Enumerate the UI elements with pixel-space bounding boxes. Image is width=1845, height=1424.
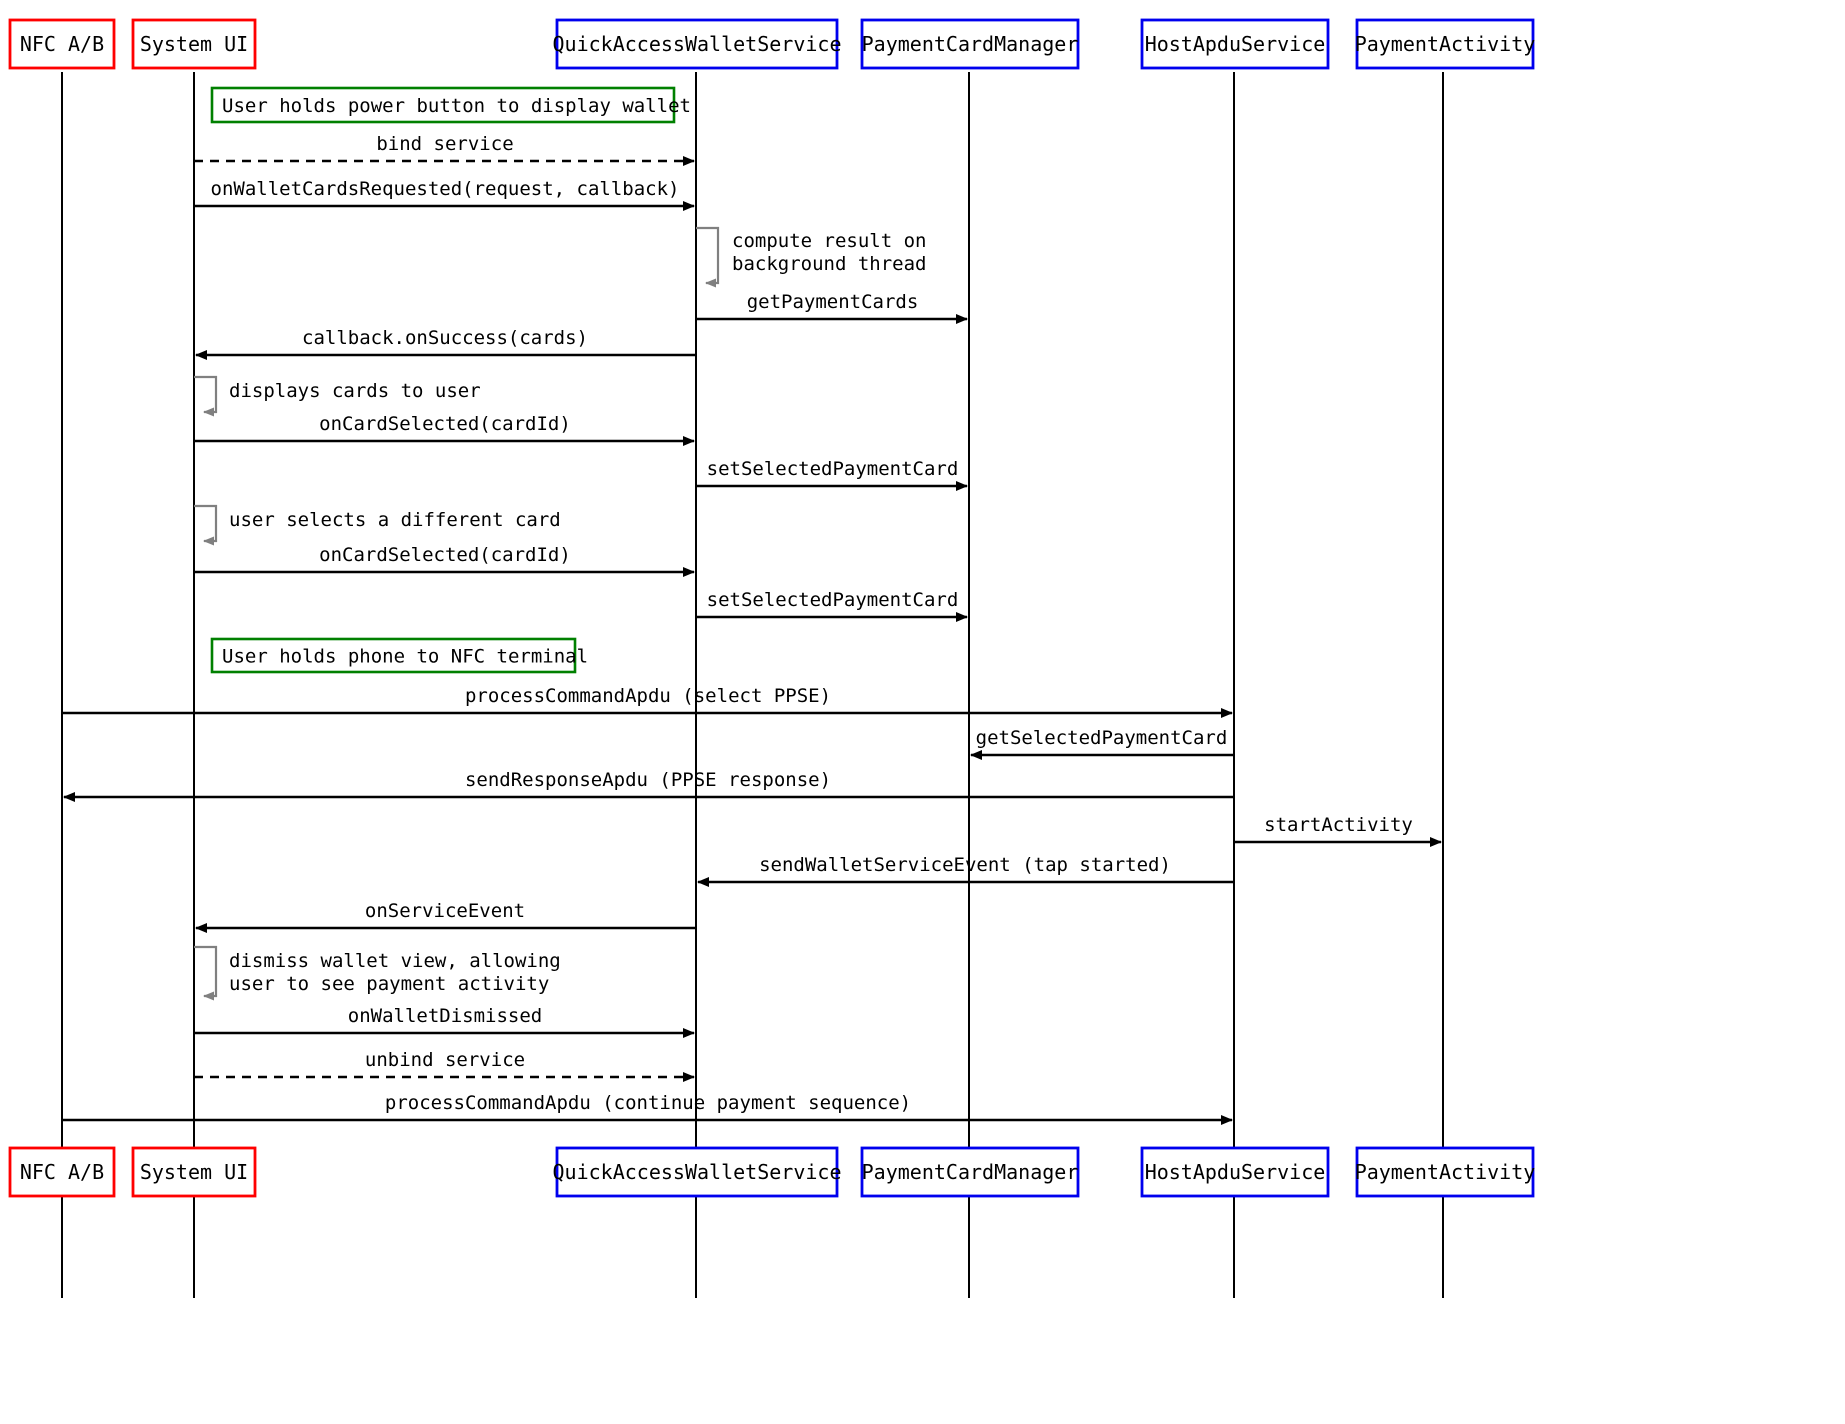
self-message-s3: user selects a different card	[194, 504, 561, 546]
participants-top-group: NFC A/B System UI QuickAccessWalletService…	[8, 18, 1536, 70]
self-message-s2: displays cards to user	[194, 375, 481, 417]
message-m6: setSelectedPaymentCard	[696, 458, 968, 491]
participant-label: System UI	[140, 1160, 248, 1184]
message-label: startActivity	[1264, 814, 1413, 836]
participant-label: PaymentCardManager	[862, 32, 1079, 56]
self-message-s4: dismiss wallet view, allowing user to se…	[194, 945, 561, 1001]
message-label: sendResponseApdu (PPSE response)	[465, 769, 831, 791]
message-m1: bind service	[194, 133, 695, 166]
message-label: getPaymentCards	[747, 291, 919, 313]
participant-payact-top[interactable]: PaymentActivity	[1355, 18, 1536, 70]
message-m5: onCardSelected(cardId)	[194, 413, 695, 446]
message-m3: getPaymentCards	[696, 291, 968, 324]
message-label: onServiceEvent	[365, 900, 525, 922]
message-m2: onWalletCardsRequested(request, callback…	[194, 178, 695, 211]
message-label: onCardSelected(cardId)	[319, 413, 571, 435]
self-message-s1: compute result onbackground thread	[696, 226, 926, 288]
participant-sysui-top[interactable]: System UI	[131, 18, 257, 70]
message-label: callback.onSuccess(cards)	[302, 327, 588, 349]
self-message-arrow	[696, 226, 720, 288]
note-label: User holds phone to NFC terminal	[222, 646, 588, 668]
note-nfc-terminal: User holds phone to NFC terminal	[210, 637, 588, 674]
self-message-arrow	[194, 375, 218, 417]
participant-pcm-top[interactable]: PaymentCardManager	[860, 18, 1080, 70]
message-m10: getSelectedPaymentCard	[970, 727, 1234, 760]
participant-label: QuickAccessWalletService	[553, 1160, 842, 1184]
participant-payact-bottom[interactable]: PaymentActivity	[1355, 1146, 1536, 1198]
sequence-diagram-svg: bind service onWalletCardsRequested(reque…	[8, 18, 1536, 1298]
participant-nfc-bottom[interactable]: NFC A/B	[8, 1146, 116, 1198]
participant-label: PaymentActivity	[1355, 1160, 1536, 1184]
sequence-diagram-canvas: bind service onWalletCardsRequested(reque…	[0, 0, 1845, 1424]
message-m12: startActivity	[1234, 814, 1442, 847]
message-m17: processCommandApdu (continue payment seq…	[62, 1092, 1233, 1125]
message-m4: callback.onSuccess(cards)	[195, 327, 696, 360]
message-m16: unbind service	[194, 1049, 695, 1082]
message-m7: onCardSelected(cardId)	[194, 544, 695, 577]
participant-qaws-top[interactable]: QuickAccessWalletService	[553, 18, 842, 70]
self-message-arrow	[194, 504, 218, 546]
message-label: unbind service	[365, 1049, 525, 1071]
message-m11: sendResponseApdu (PPSE response)	[63, 769, 1234, 802]
participant-label: HostApduService	[1145, 32, 1326, 56]
participant-label: NFC A/B	[20, 1160, 104, 1184]
participant-label: PaymentActivity	[1355, 32, 1536, 56]
self-message-label-line: user selects a different card	[229, 509, 561, 531]
participant-hostapdu-bottom[interactable]: HostApduService	[1140, 1146, 1330, 1198]
message-label: setSelectedPaymentCard	[707, 589, 959, 611]
self-message-label-line: background thread	[732, 253, 926, 275]
participants-bottom-group: NFC A/B System UI QuickAccessWalletService…	[8, 1146, 1536, 1198]
participant-hostapdu-top[interactable]: HostApduService	[1140, 18, 1330, 70]
participant-label: PaymentCardManager	[862, 1160, 1079, 1184]
self-message-label-line: dismiss wallet view, allowing	[229, 950, 561, 972]
self-message-arrow	[194, 945, 218, 1001]
message-label: bind service	[376, 133, 513, 155]
note-power-button: User holds power button to display walle…	[210, 86, 691, 124]
message-label: getSelectedPaymentCard	[976, 727, 1228, 749]
message-label: onCardSelected(cardId)	[319, 544, 571, 566]
self-message-label-line: user to see payment activity	[229, 973, 549, 995]
participant-label: QuickAccessWalletService	[553, 32, 842, 56]
message-m9: processCommandApdu (select PPSE)	[62, 685, 1233, 718]
participant-label: System UI	[140, 32, 248, 56]
participant-sysui-bottom[interactable]: System UI	[131, 1146, 257, 1198]
message-label: onWalletCardsRequested(request, callback…	[211, 178, 680, 200]
message-m13: sendWalletServiceEvent (tap started)	[697, 854, 1234, 887]
message-label: sendWalletServiceEvent (tap started)	[759, 854, 1171, 876]
message-m14: onServiceEvent	[195, 900, 696, 933]
message-label: processCommandApdu (select PPSE)	[465, 685, 831, 707]
note-label: User holds power button to display walle…	[222, 95, 691, 117]
self-message-label-line: displays cards to user	[229, 380, 481, 402]
participant-label: HostApduService	[1145, 1160, 1326, 1184]
message-label: setSelectedPaymentCard	[707, 458, 959, 480]
message-m15: onWalletDismissed	[194, 1005, 695, 1038]
participant-nfc-top[interactable]: NFC A/B	[8, 18, 116, 70]
message-label: onWalletDismissed	[348, 1005, 542, 1027]
participant-label: NFC A/B	[20, 32, 104, 56]
participant-pcm-bottom[interactable]: PaymentCardManager	[860, 1146, 1080, 1198]
message-label: processCommandApdu (continue payment seq…	[385, 1092, 911, 1114]
message-m8: setSelectedPaymentCard	[696, 589, 968, 622]
participant-qaws-bottom[interactable]: QuickAccessWalletService	[553, 1146, 842, 1198]
self-message-label-line: compute result on	[732, 230, 926, 252]
